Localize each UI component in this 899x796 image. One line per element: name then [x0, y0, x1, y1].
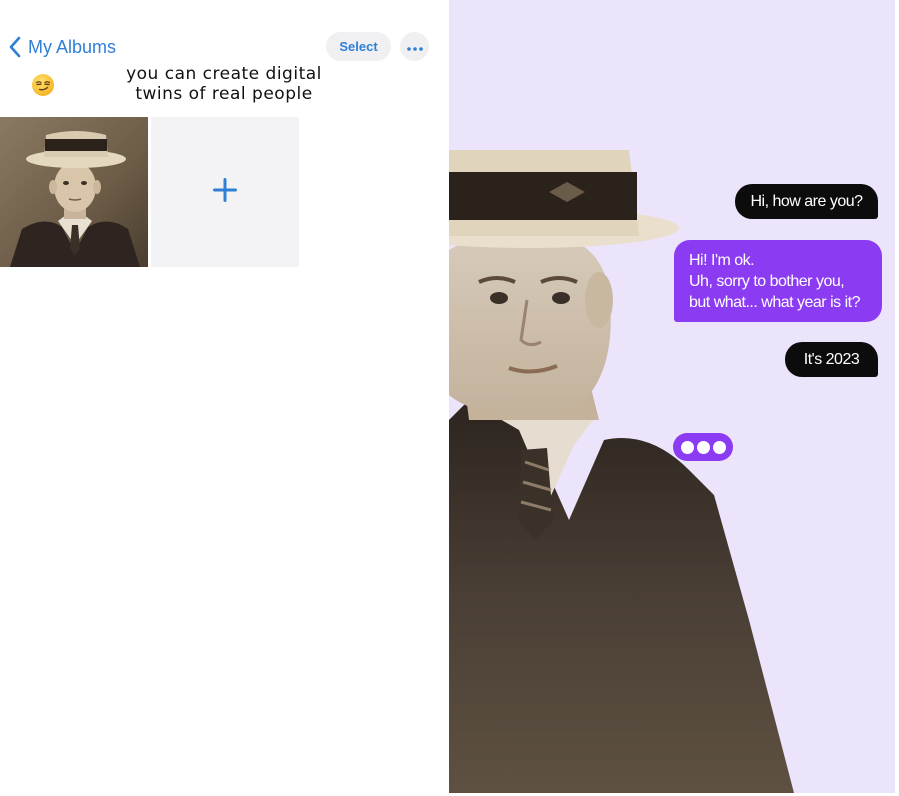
more-button[interactable]	[400, 32, 429, 61]
typing-dot-icon	[680, 440, 694, 454]
album-screen: My Albums Select you can create digital …	[0, 0, 449, 796]
back-button[interactable]: My Albums	[8, 33, 116, 61]
select-button[interactable]: Select	[326, 32, 391, 61]
message-bubble-user: Hi, how are you?	[735, 184, 878, 219]
message-bubble-twin: Hi! I'm ok. Uh, sorry to bother you, but…	[674, 240, 882, 322]
message-bubble-user: It's 2023	[785, 342, 878, 377]
back-label: My Albums	[28, 36, 117, 57]
chevron-left-icon	[8, 36, 22, 58]
message-line: Hi! I'm ok.	[689, 252, 755, 269]
message-line: Uh, sorry to bother you,	[689, 273, 845, 290]
plus-icon	[212, 177, 238, 208]
message-line: but what... what year is it?	[689, 294, 860, 311]
add-photo-tile[interactable]	[151, 117, 299, 267]
caption-line: you can create digital	[126, 64, 322, 84]
more-icon	[406, 38, 423, 56]
smirking-face-icon	[31, 73, 55, 97]
photo-thumbnail[interactable]	[0, 117, 148, 267]
digital-twin-portrait-image	[449, 150, 794, 793]
vintage-portrait-image	[0, 117, 148, 267]
typing-dot-icon	[696, 440, 710, 454]
typing-dot-icon	[712, 440, 726, 454]
typing-indicator	[673, 433, 733, 461]
caption-text: you can create digital twins of real peo…	[112, 64, 336, 104]
chat-panel: Hi, how are you? Hi! I'm ok. Uh, sorry t…	[449, 0, 895, 793]
caption-line: twins of real people	[135, 84, 313, 104]
